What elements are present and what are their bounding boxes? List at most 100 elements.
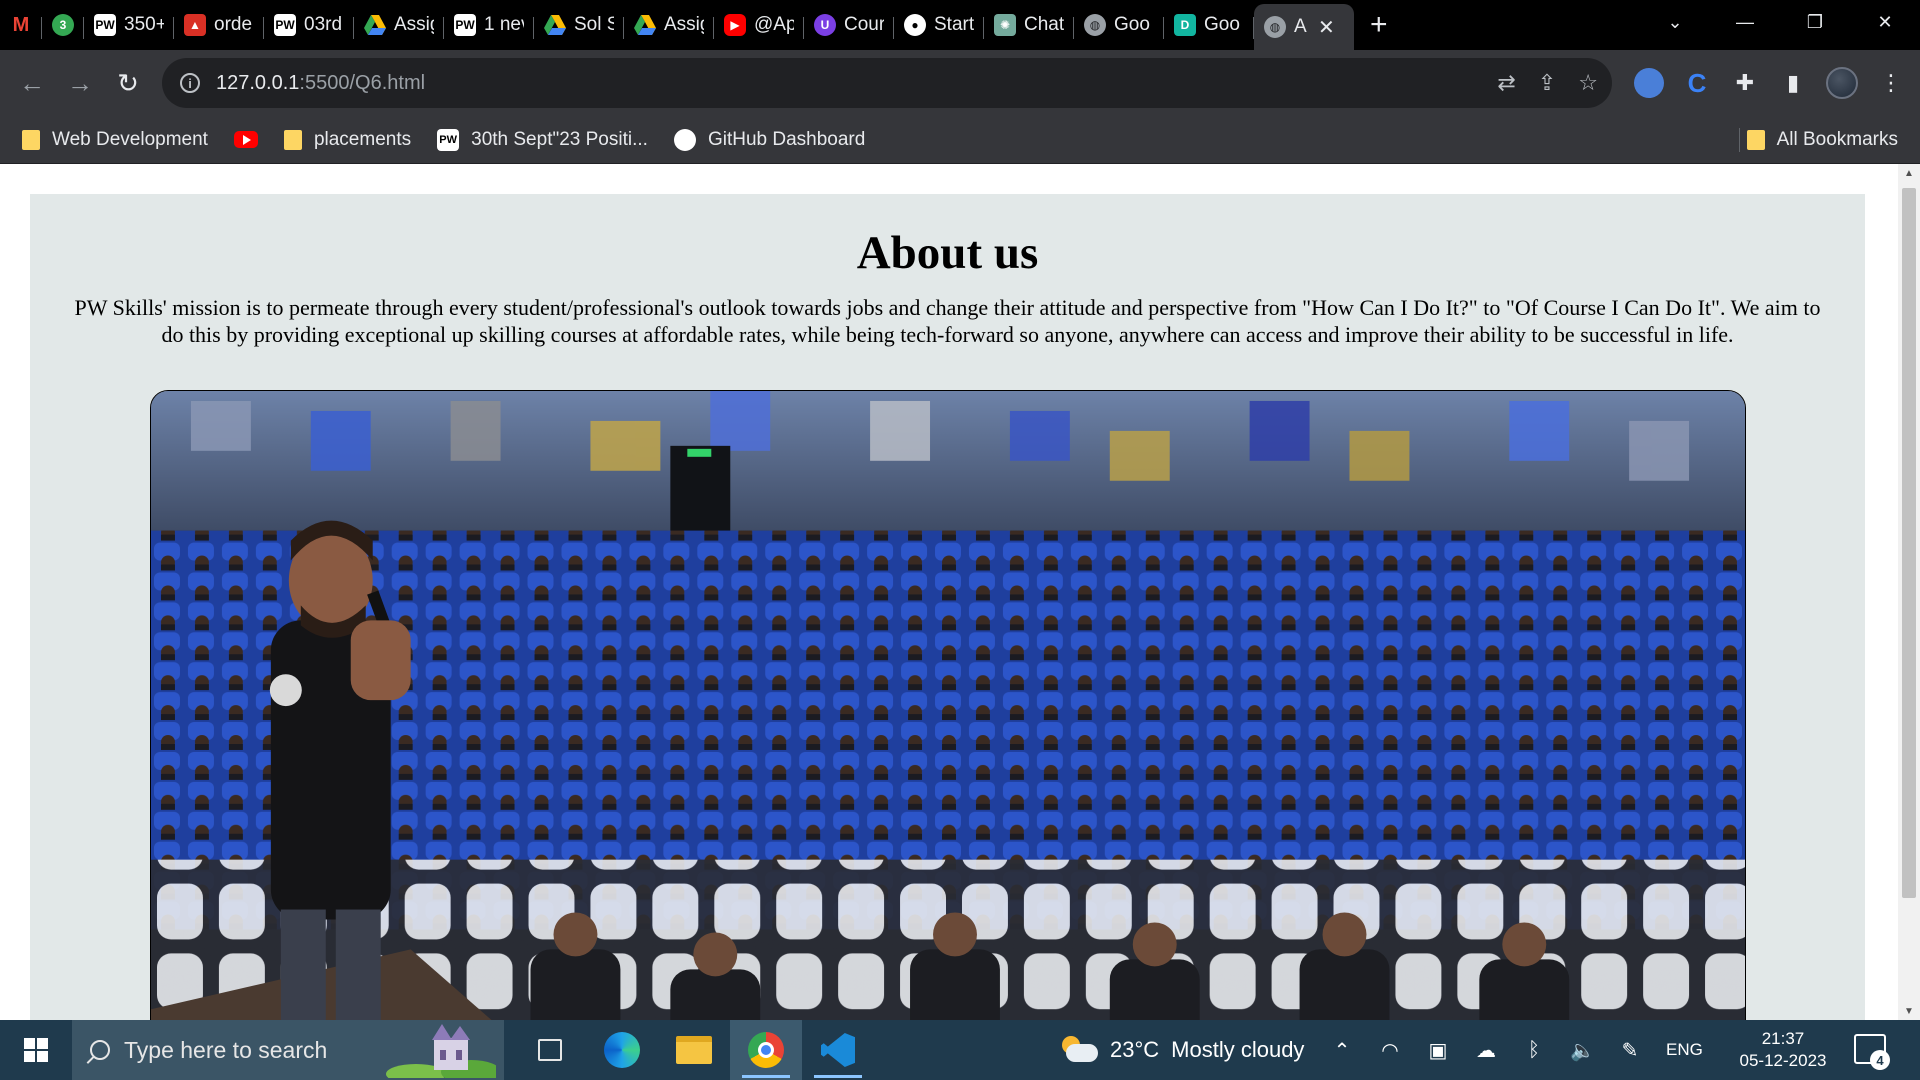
globe-icon: ◍: [1084, 14, 1106, 36]
tab-8[interactable]: Assig: [624, 5, 714, 45]
tab-label: orde: [214, 14, 253, 35]
task-view-icon: [538, 1039, 562, 1061]
tab-active[interactable]: ◍ A ✕: [1254, 4, 1354, 50]
task-view-button[interactable]: [514, 1020, 586, 1080]
tab-label: Start: [934, 14, 974, 35]
vscode-icon: [821, 1033, 855, 1067]
browser-tab-strip: M 3 PW 350+ ▲ orde PW 03rd Assig PW 1 nev So…: [0, 0, 1920, 50]
close-tab-icon[interactable]: ✕: [1318, 15, 1335, 40]
folder-icon: [22, 129, 40, 150]
tab-7[interactable]: Sol S: [534, 5, 624, 45]
site-info-icon[interactable]: i: [180, 73, 200, 93]
bluetooth-icon[interactable]: ᛒ: [1522, 1039, 1546, 1062]
all-bookmarks[interactable]: All Bookmarks: [1746, 116, 1898, 164]
weather-widget[interactable]: 23°C Mostly cloudy: [1058, 1020, 1304, 1080]
extension-icon[interactable]: [1634, 68, 1664, 98]
tab-10[interactable]: U Cour: [804, 5, 894, 45]
notification-count-badge: 4: [1870, 1050, 1890, 1070]
edge-app[interactable]: [586, 1020, 658, 1080]
bookmark-placements[interactable]: placements: [283, 129, 411, 151]
close-window-button[interactable]: ✕: [1850, 12, 1920, 33]
tab-label: A: [1294, 16, 1307, 37]
restore-button[interactable]: ❐: [1780, 12, 1850, 33]
folder-icon: [283, 129, 302, 150]
tab-search-icon[interactable]: ⌄: [1640, 12, 1710, 33]
bookmark-youtube[interactable]: [233, 131, 258, 148]
github-icon: [673, 128, 696, 151]
new-tab-button[interactable]: +: [1370, 8, 1388, 42]
url-text[interactable]: 127.0.0.1:5500/Q6.html: [216, 72, 425, 95]
weather-description: Mostly cloudy: [1171, 1037, 1305, 1062]
language-indicator[interactable]: ENG: [1666, 1040, 1703, 1060]
vscode-app[interactable]: [802, 1020, 874, 1080]
onedrive-icon[interactable]: ☁: [1474, 1038, 1498, 1063]
bookmark-github-dashboard[interactable]: GitHub Dashboard: [673, 128, 865, 151]
minimize-button[interactable]: —: [1710, 12, 1780, 33]
translate-icon[interactable]: ⇄: [1497, 70, 1515, 96]
volume-icon[interactable]: 🔈: [1570, 1038, 1595, 1063]
bookmark-positions[interactable]: PW 30th Sept"23 Positi...: [437, 128, 648, 151]
mission-paragraph: PW Skills' mission is to permeate throug…: [74, 294, 1821, 347]
folder-icon: [1746, 130, 1765, 150]
window-controls: ⌄ — ❐ ✕: [1640, 0, 1920, 44]
tab-label: Cour: [844, 14, 884, 35]
avatar[interactable]: [1826, 67, 1858, 99]
chevron-up-icon[interactable]: ⌃: [1330, 1038, 1354, 1063]
tab-gmail[interactable]: M: [0, 5, 42, 45]
pw-icon: PW: [454, 14, 476, 36]
tab-2[interactable]: PW 350+: [84, 5, 174, 45]
tab-5[interactable]: Assig: [354, 5, 444, 45]
address-bar[interactable]: i 127.0.0.1:5500/Q6.html ⇄ ⇪ ☆: [162, 58, 1612, 108]
about-section: About us PW Skills' mission is to permea…: [30, 194, 1865, 1020]
tab-whatsapp[interactable]: 3: [42, 5, 84, 45]
auditorium-photo: [150, 390, 1746, 1020]
extensions-area: C ✚ ▮ ⋮: [1634, 50, 1906, 116]
meet-now-icon[interactable]: ▣: [1426, 1038, 1450, 1063]
extension-c-icon[interactable]: C: [1682, 68, 1712, 98]
puzzle-icon[interactable]: ✚: [1730, 68, 1760, 98]
drive-icon: [364, 14, 386, 36]
tab-13[interactable]: ◍ Goo: [1074, 5, 1164, 45]
tab-12[interactable]: ✺ Chat: [984, 5, 1074, 45]
globe-icon: ◍: [1264, 16, 1286, 38]
edge-icon: [604, 1032, 640, 1068]
notification-center-button[interactable]: 4: [1854, 1034, 1890, 1070]
bookmark-star-icon[interactable]: ☆: [1578, 70, 1598, 96]
pw-icon: PW: [274, 14, 296, 36]
start-button[interactable]: [0, 1020, 72, 1080]
side-panel-icon[interactable]: ▮: [1778, 68, 1808, 98]
divider: [1739, 128, 1740, 152]
menu-icon[interactable]: ⋮: [1876, 68, 1906, 98]
forward-button[interactable]: →: [56, 59, 104, 107]
tab-label: Assig: [664, 14, 704, 35]
tab-9[interactable]: ▶ @Ap: [714, 5, 804, 45]
pen-icon[interactable]: ✎: [1618, 1038, 1642, 1063]
back-button[interactable]: ←: [8, 59, 56, 107]
page-scrollbar[interactable]: ▲ ▼: [1898, 164, 1920, 1020]
whatsapp-icon: 3: [52, 14, 74, 36]
scroll-down-arrow-icon[interactable]: ▼: [1898, 1002, 1920, 1020]
tab-6[interactable]: PW 1 nev: [444, 5, 534, 45]
tab-11[interactable]: ● Start: [894, 5, 984, 45]
tab-14[interactable]: D Goo: [1164, 5, 1254, 45]
system-clock[interactable]: 21:37 05-12-2023: [1730, 1028, 1836, 1072]
reload-button[interactable]: ↻: [104, 59, 152, 107]
tab-label: Goo: [1114, 14, 1150, 35]
chrome-app[interactable]: [730, 1020, 802, 1080]
tab-4[interactable]: PW 03rd: [264, 5, 354, 45]
scroll-up-arrow-icon[interactable]: ▲: [1898, 164, 1920, 182]
wifi-icon[interactable]: ◠: [1378, 1038, 1402, 1063]
windows-logo-icon: [24, 1038, 48, 1062]
tab-3[interactable]: ▲ orde: [174, 5, 264, 45]
tab-label: @Ap: [754, 14, 794, 35]
github-icon: ●: [904, 14, 926, 36]
share-icon[interactable]: ⇪: [1538, 70, 1556, 96]
taskbar-search[interactable]: Type here to search: [72, 1020, 504, 1080]
windows-taskbar: Type here to search 23°C Mostly cloudy ⌃…: [0, 1020, 1920, 1080]
system-tray: ⌃ ◠ ▣ ☁ ᛒ 🔈 ✎ ENG: [1330, 1020, 1703, 1080]
file-explorer-app[interactable]: [658, 1020, 730, 1080]
google-docs-icon: D: [1174, 14, 1196, 36]
scroll-thumb[interactable]: [1902, 188, 1916, 898]
bookmark-web-development[interactable]: Web Development: [22, 129, 208, 151]
clock-time: 21:37: [1761, 1029, 1805, 1048]
